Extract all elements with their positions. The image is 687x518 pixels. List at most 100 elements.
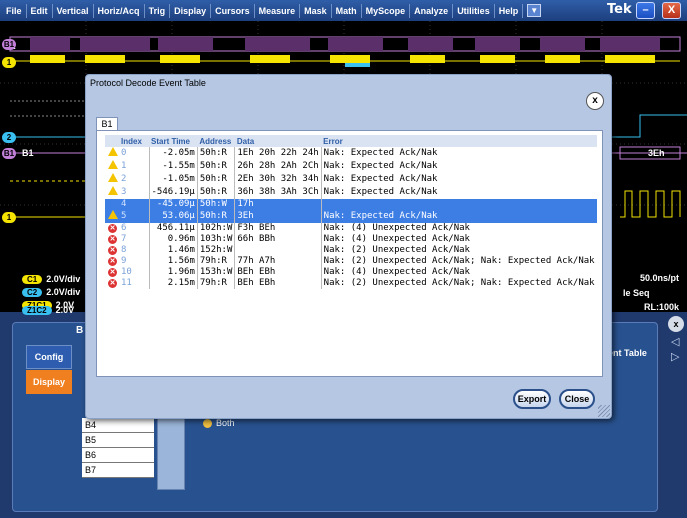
table-row[interactable]: ✕ 10 1.96m 153h:W BEh EBh Nak: (4) Unexpected…: [105, 267, 597, 278]
table-row[interactable]: 2 -1.05m 50h:R 2Eh 30h 32h 34h Nak: Expected…: [105, 173, 597, 186]
menu-math[interactable]: Math: [332, 3, 362, 18]
cell-data: BEh EBh: [234, 267, 322, 278]
ch1-marker-mid[interactable]: 1: [2, 212, 16, 223]
cell-address: 102h:W: [196, 223, 235, 234]
panel-right-arrow-icon[interactable]: ▷: [671, 350, 679, 363]
menu-help[interactable]: Help: [495, 3, 524, 18]
table-row[interactable]: ✕ 7 0.96m 103h:W 66h BBh Nak: (4) Unexpected …: [105, 234, 597, 245]
menu-trig[interactable]: Trig: [145, 3, 171, 18]
menu-cursors[interactable]: Cursors: [211, 3, 255, 18]
error-icon: ✕: [108, 246, 117, 255]
minimize-button[interactable]: –: [636, 2, 655, 19]
col-data[interactable]: Data: [234, 135, 322, 147]
col-index[interactable]: Index: [119, 135, 149, 147]
cell-data: BEh EBh: [234, 278, 322, 289]
tab-panel: Index Start Time Address Data Error 0 -2.…: [96, 130, 603, 377]
menu-measure[interactable]: Measure: [255, 3, 301, 18]
cell-index: 4: [119, 199, 149, 210]
resize-grip-icon[interactable]: [598, 405, 610, 417]
cell-start: -1.55m: [148, 160, 198, 173]
close-button[interactable]: Close: [559, 389, 595, 409]
cell-index: 5: [119, 210, 149, 223]
table-row[interactable]: ✕ 8 1.46m 152h:W Nak: (2) Unexpected Ack/Nak: [105, 245, 597, 256]
row-status-cell: ✕: [105, 267, 119, 278]
cell-address: 153h:W: [196, 267, 235, 278]
row-status-cell: [105, 210, 119, 223]
cell-address: 50h:R: [196, 186, 235, 199]
table-row[interactable]: ✕ 11 2.15m 79h:R BEh EBh Nak: (2) Unexpected …: [105, 278, 597, 289]
export-button[interactable]: Export: [513, 389, 551, 409]
both-option[interactable]: Both: [203, 418, 235, 428]
table-row[interactable]: 4 -45.09µ 50h:W 17h: [105, 199, 597, 210]
menu-horiz-acq[interactable]: Horiz/Acq: [94, 3, 145, 18]
cell-error: Nak: (4) Unexpected Ack/Nak: [320, 234, 597, 245]
bus-list-item[interactable]: B4: [82, 418, 154, 433]
timebase-readout[interactable]: 50.0ns/pt: [640, 273, 679, 283]
cell-error: Nak: Expected Ack/Nak: [320, 186, 597, 199]
table-row[interactable]: 1 -1.55m 50h:R 26h 28h 2Ah 2Ch Nak: Expected…: [105, 160, 597, 173]
table-row[interactable]: 5 53.06µ 50h:R 3Eh Nak: Expected Ack/Nak: [105, 210, 597, 223]
col-start-time[interactable]: Start Time: [149, 135, 198, 147]
menu-utilities[interactable]: Utilities: [453, 3, 495, 18]
menu-edit[interactable]: Edit: [27, 3, 53, 18]
table-row[interactable]: ✕ 9 1.56m 79h:R 77h A7h Nak: (2) Unexpected A…: [105, 256, 597, 267]
config-button[interactable]: Config: [26, 345, 72, 369]
display-button[interactable]: Display: [26, 370, 72, 394]
b1-marker-top[interactable]: B1: [2, 39, 16, 50]
panel-left-arrow-icon[interactable]: ◁: [671, 335, 679, 348]
menu-display[interactable]: Display: [170, 3, 212, 18]
close-window-button[interactable]: X: [662, 2, 681, 19]
bus-decode-value: 3Eh: [648, 148, 665, 158]
ch1-readout[interactable]: C1 2.0V/div: [22, 274, 80, 284]
bus-list[interactable]: B4 B5 B6 B7: [82, 418, 154, 478]
cell-error: Nak: (2) Unexpected Ack/Nak: [320, 245, 597, 256]
menu-mask[interactable]: Mask: [300, 3, 332, 18]
col-error[interactable]: Error: [321, 135, 597, 147]
cell-index: 7: [121, 234, 127, 244]
event-table-label: ent Table: [608, 348, 647, 358]
ch2-scale: 2.0V/div: [46, 287, 81, 297]
b1-marker-mid[interactable]: B1: [2, 148, 16, 159]
cell-start: 1.96m: [148, 267, 198, 278]
tab-b1[interactable]: B1: [96, 117, 118, 131]
ch1-marker-top[interactable]: 1: [2, 57, 16, 68]
bus-list-item[interactable]: B6: [82, 448, 154, 463]
dialog-close-icon[interactable]: x: [586, 92, 604, 110]
col-address[interactable]: Address: [197, 135, 235, 147]
cell-data: 17h: [234, 199, 322, 210]
warning-icon: [108, 210, 118, 219]
cell-error: Nak: (2) Unexpected Ack/Nak; Nak: Expect…: [320, 278, 597, 289]
menu-vertical[interactable]: Vertical: [53, 3, 94, 18]
bus-list-scrollbar[interactable]: [157, 418, 185, 490]
ch2-readout[interactable]: C2 2.0V/div: [22, 287, 80, 297]
z1c2-readout[interactable]: Z1C2 2.0V: [22, 305, 74, 315]
row-status-cell: ✕: [105, 234, 119, 245]
row-status-cell: ✕: [105, 245, 119, 256]
table-row[interactable]: ✕ 6 456.11µ 102h:W F3h BEh Nak: (4) Unexpecte…: [105, 223, 597, 234]
event-table[interactable]: Index Start Time Address Data Error 0 -2.…: [105, 135, 597, 371]
cell-error: Nak: Expected Ack/Nak: [320, 173, 597, 186]
bus-list-item[interactable]: B5: [82, 433, 154, 448]
panel-header-letter: B: [76, 325, 84, 336]
menu-analyze[interactable]: Analyze: [410, 3, 454, 18]
record-length-readout[interactable]: RL:100k: [644, 302, 679, 312]
z1c2-scale: 2.0V: [55, 305, 75, 315]
error-icon: ✕: [108, 224, 117, 233]
menu-myscope[interactable]: MyScope: [362, 3, 411, 18]
menu-file[interactable]: File: [2, 3, 27, 18]
bus-list-item[interactable]: B7: [82, 463, 154, 478]
table-row[interactable]: 0 -2.05m 50h:R 1Eh 20h 22h 24h Nak: Expected…: [105, 147, 597, 160]
cell-error: Nak: (4) Unexpected Ack/Nak: [320, 223, 597, 234]
col-icon[interactable]: [105, 135, 119, 147]
menu-dropdown-icon[interactable]: ▼: [527, 4, 542, 17]
table-row[interactable]: 3 -546.19µ 50h:R 36h 38h 3Ah 3Ch Nak: Expect…: [105, 186, 597, 199]
ch1-tag: C1: [22, 274, 43, 284]
cell-index: 11: [121, 278, 132, 288]
error-icon: ✕: [108, 279, 117, 288]
acquisition-mode-readout[interactable]: le Seq: [623, 288, 650, 298]
panel-close-icon[interactable]: x: [668, 316, 684, 332]
ch1-waveform-top: [10, 55, 680, 67]
ch2-marker[interactable]: 2: [2, 132, 16, 143]
cell-index: 3: [121, 187, 127, 197]
dialog-title: Protocol Decode Event Table: [90, 78, 206, 88]
